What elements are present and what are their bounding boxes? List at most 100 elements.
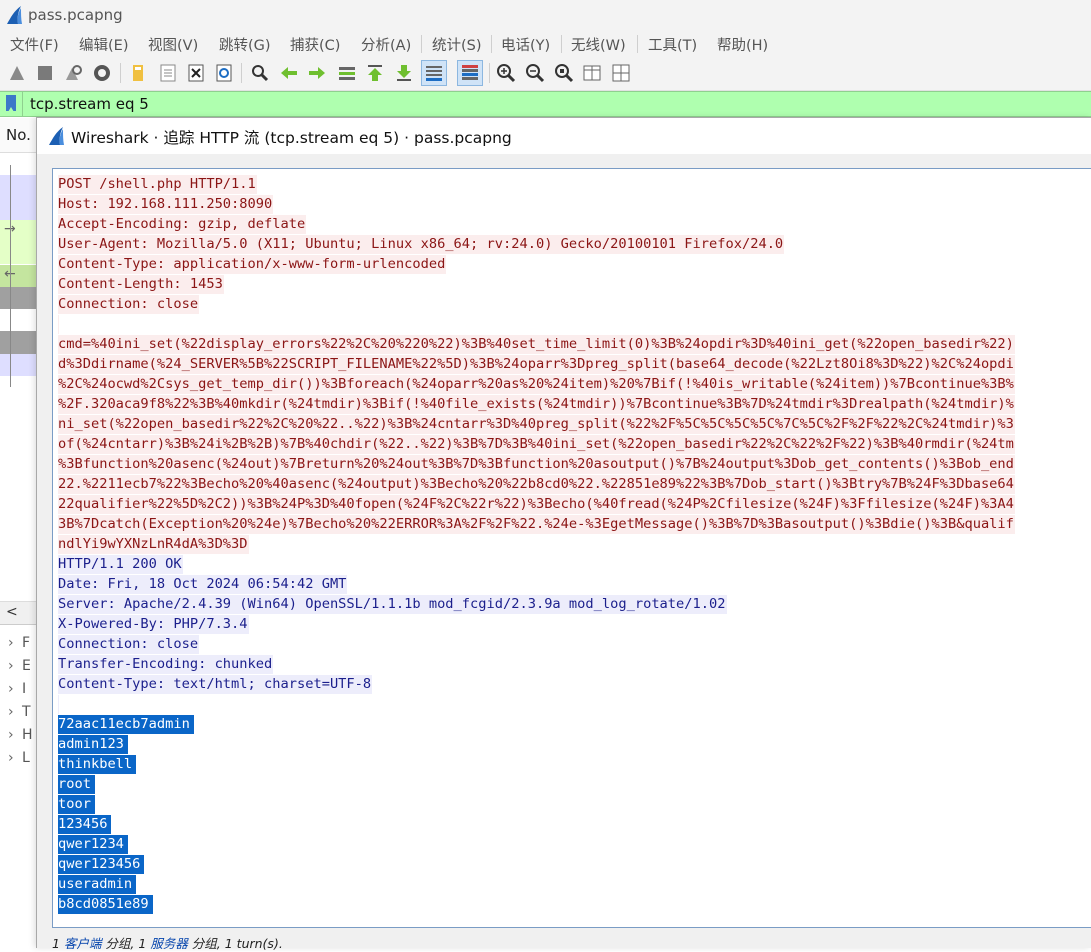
request-line[interactable]: 3B%7Dcatch(Exception%20%24e)%7Becho%20%2… (58, 514, 1015, 534)
response-line[interactable]: Content-Type: text/html; charset=UTF-8 (58, 674, 1015, 694)
filter-bookmark-icon[interactable] (6, 95, 16, 112)
stream-line-text: b8cd0851e89 (58, 895, 153, 914)
server-link[interactable]: 服务器 (150, 936, 188, 951)
display-filter-input[interactable] (30, 94, 1080, 114)
request-line[interactable]: %3Bfunction%20asenc(%24out)%7Breturn%20%… (58, 454, 1015, 474)
stream-text[interactable]: POST /shell.php HTTP/1.1 Host: 192.168.11… (58, 174, 1015, 914)
request-line[interactable]: Host: 192.168.111.250:8090 (58, 194, 1015, 214)
menu-file[interactable]: 文件(F) (10, 34, 59, 55)
go-back-icon[interactable] (279, 63, 299, 83)
menu-tools[interactable]: 工具(T) (648, 34, 697, 55)
stream-content[interactable]: POST /shell.php HTTP/1.1 Host: 192.168.11… (52, 168, 1091, 928)
detail-tree-item[interactable]: › H (8, 727, 33, 743)
detail-tree-item[interactable]: › I (8, 681, 26, 697)
go-forward-icon[interactable] (307, 63, 327, 83)
request-line[interactable]: ni_set(%22open_basedir%22%2C%20%22..%22)… (58, 414, 1015, 434)
main-toolbar (0, 57, 1091, 91)
selected-line[interactable]: thinkbell (58, 754, 1015, 774)
start-capture-icon[interactable] (7, 63, 27, 83)
request-line[interactable]: ndlYi9wYXNzLnR4dA%3D%3D (58, 534, 1015, 554)
open-file-icon[interactable] (128, 63, 148, 83)
response-line[interactable]: Transfer-Encoding: chunked (58, 654, 1015, 674)
menu-telephony[interactable]: 电话(Y) (501, 34, 550, 55)
stream-line-text: X-Powered-By: PHP/7.3.4 (58, 615, 249, 634)
selected-line[interactable]: useradmin (58, 874, 1015, 894)
save-file-icon[interactable] (158, 63, 178, 83)
request-line[interactable]: %2F.320aca9f8%22%3B%40mkdir(%24tmdir)%3B… (58, 394, 1015, 414)
detail-tree-item[interactable]: › L (8, 750, 30, 766)
selected-line[interactable]: root (58, 774, 1015, 794)
request-line[interactable]: 22.%2211ecb7%22%3Becho%20%40asenc(%24out… (58, 474, 1015, 494)
response-line[interactable]: Connection: close (58, 634, 1015, 654)
zoom-in-icon[interactable] (496, 63, 516, 83)
request-line[interactable]: of(%24cntarr)%3B%24i%2B%2B)%7B%40chdir(%… (58, 434, 1015, 454)
selected-line[interactable]: admin123 (58, 734, 1015, 754)
request-line[interactable]: 22qualifier%22%5D%2C2))%3B%24P%3D%40fope… (58, 494, 1015, 514)
selected-line[interactable]: qwer1234 (58, 834, 1015, 854)
menu-wireless[interactable]: 无线(W) (571, 34, 626, 55)
request-line[interactable]: User-Agent: Mozilla/5.0 (X11; Ubuntu; Li… (58, 234, 1015, 254)
response-line[interactable]: Date: Fri, 18 Oct 2024 06:54:42 GMT (58, 574, 1015, 594)
request-line[interactable]: cmd=%40ini_set(%22display_errors%22%2C%2… (58, 334, 1015, 354)
request-line[interactable]: Content-Type: application/x-www-form-url… (58, 254, 1015, 274)
scroll-left-arrow-icon[interactable]: < (6, 604, 18, 620)
selected-line[interactable]: 123456 (58, 814, 1015, 834)
layout-icon[interactable] (611, 63, 631, 83)
selected-line[interactable]: b8cd0851e89 (58, 894, 1015, 914)
response-line[interactable]: Server: Apache/2.4.39 (Win64) OpenSSL/1.… (58, 594, 1015, 614)
zoom-normal-icon[interactable] (554, 63, 574, 83)
request-line[interactable]: %2C%24ocwd%2Csys_get_temp_dir())%3Bforea… (58, 374, 1015, 394)
packet-list-hscroll[interactable]: < (0, 601, 36, 624)
request-line[interactable]: Connection: close (58, 294, 1015, 314)
find-packet-icon[interactable] (250, 63, 270, 83)
resize-columns-icon[interactable] (582, 63, 602, 83)
autoscroll-icon[interactable] (421, 60, 447, 86)
client-link[interactable]: 客户端 (64, 936, 102, 951)
stream-line-text: Host: 192.168.111.250:8090 (58, 195, 274, 214)
stream-line-text: User-Agent: Mozilla/5.0 (X11; Ubuntu; Li… (58, 235, 785, 254)
stream-line-text: 3B%7Dcatch(Exception%20%24e)%7Becho%20%2… (58, 515, 1015, 534)
stream-line-text: POST /shell.php HTTP/1.1 (58, 175, 257, 194)
wireshark-fin-icon (5, 5, 23, 29)
detail-tree-label: F (22, 635, 31, 651)
request-line[interactable] (58, 314, 1015, 334)
colorize-icon[interactable] (457, 60, 483, 86)
stop-capture-icon[interactable] (35, 63, 55, 83)
restart-capture-icon[interactable] (63, 63, 83, 83)
zoom-out-icon[interactable] (525, 63, 545, 83)
menu-help[interactable]: 帮助(H) (717, 34, 768, 55)
go-last-icon[interactable] (394, 63, 414, 83)
reload-file-icon[interactable] (214, 63, 234, 83)
column-no[interactable]: No. (6, 126, 31, 144)
request-line[interactable]: POST /shell.php HTTP/1.1 (58, 174, 1015, 194)
menu-go[interactable]: 跳转(G) (219, 34, 271, 55)
capture-options-icon[interactable] (92, 63, 112, 83)
detail-tree-item[interactable]: › F (8, 635, 30, 651)
close-file-icon[interactable] (186, 63, 206, 83)
go-first-icon[interactable] (365, 63, 385, 83)
selected-line[interactable]: toor (58, 794, 1015, 814)
stream-line-text: thinkbell (58, 755, 137, 774)
stream-line-text: HTTP/1.1 200 OK (58, 555, 183, 574)
detail-tree-item[interactable]: › E (8, 658, 31, 674)
menu-statistics[interactable]: 统计(S) (432, 34, 482, 55)
packet-list-header[interactable]: No. (0, 118, 36, 153)
menu-edit[interactable]: 编辑(E) (79, 34, 128, 55)
response-line[interactable] (58, 694, 1015, 714)
selected-line[interactable]: qwer123456 (58, 854, 1015, 874)
detail-tree-label: I (22, 681, 27, 697)
go-to-packet-icon[interactable] (337, 63, 357, 83)
stream-line-text: Transfer-Encoding: chunked (58, 655, 274, 674)
detail-tree-item[interactable]: › T (8, 704, 31, 720)
request-line[interactable]: Content-Length: 1453 (58, 274, 1015, 294)
menu-analyze[interactable]: 分析(A) (361, 34, 411, 55)
response-line[interactable]: HTTP/1.1 200 OK (58, 554, 1015, 574)
menu-view[interactable]: 视图(V) (148, 34, 198, 55)
packet-details-pane[interactable]: › F › E › I › T › H › L (0, 624, 36, 949)
request-line[interactable]: d%3Ddirname(%24_SERVER%5B%22SCRIPT_FILEN… (58, 354, 1015, 374)
request-line[interactable]: Accept-Encoding: gzip, deflate (58, 214, 1015, 234)
chevron-right-icon: › (8, 727, 14, 743)
menu-capture[interactable]: 捕获(C) (290, 34, 340, 55)
response-line[interactable]: X-Powered-By: PHP/7.3.4 (58, 614, 1015, 634)
selected-line[interactable]: 72aac11ecb7admin (58, 714, 1015, 734)
